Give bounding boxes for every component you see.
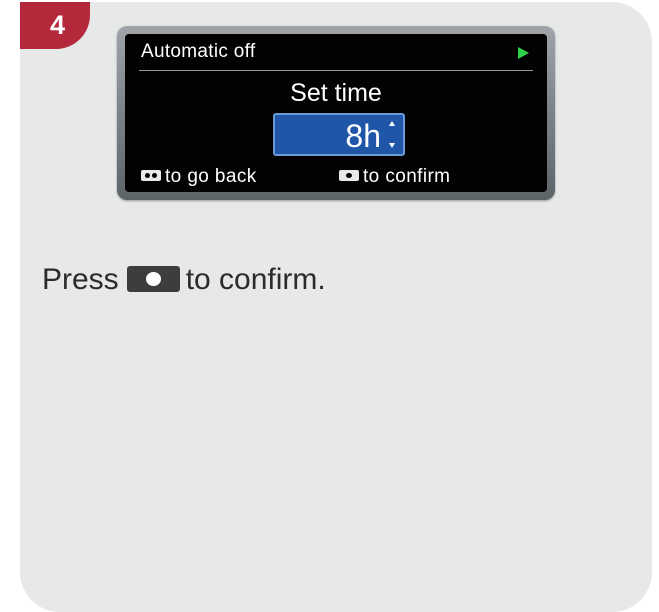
device-display-frame: Automatic off Set time 8h to go back to …	[117, 26, 555, 200]
play-icon	[518, 47, 529, 59]
confirm-button-icon	[126, 266, 180, 292]
dual-dot-button-icon	[141, 170, 161, 181]
back-hint: to go back	[141, 166, 257, 188]
confirm-hint-text: to confirm	[363, 166, 451, 187]
instruction-press: Press	[42, 263, 119, 296]
time-value-selector[interactable]: 8h	[273, 113, 405, 156]
screen-title: Automatic off	[141, 41, 256, 62]
arrow-up-icon	[389, 121, 395, 126]
device-screen: Automatic off Set time 8h to go back to …	[125, 34, 547, 192]
time-value: 8h	[345, 118, 381, 154]
title-divider	[139, 70, 533, 71]
screen-prompt: Set time	[290, 79, 382, 107]
instruction-text: Press to confirm.	[42, 260, 326, 300]
arrow-down-icon	[389, 143, 395, 148]
step-number: 4	[50, 10, 66, 40]
instruction-action: to confirm.	[185, 263, 326, 296]
single-dot-button-icon	[339, 170, 359, 181]
back-hint-text: to go back	[165, 166, 257, 187]
confirm-hint: to confirm	[339, 166, 450, 188]
